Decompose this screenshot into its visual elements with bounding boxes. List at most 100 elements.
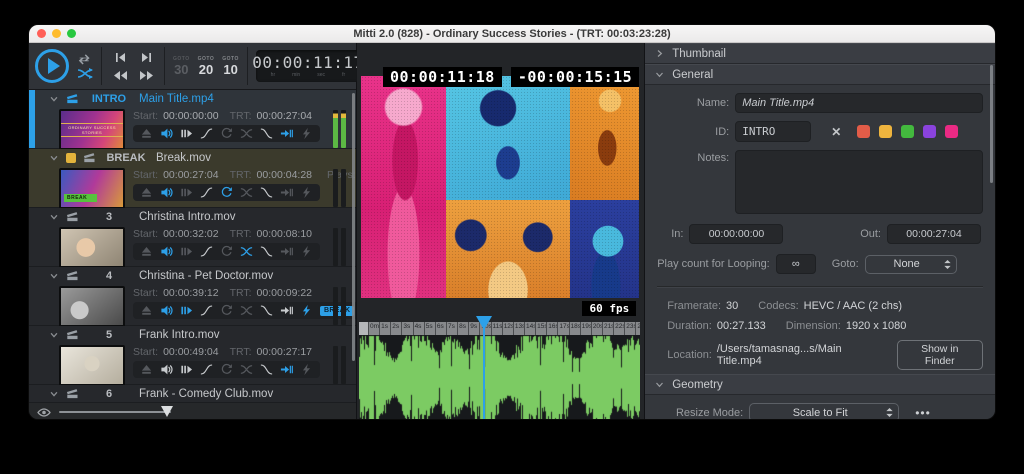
crossfade-icon[interactable] [240,363,253,376]
fade-in-icon[interactable] [200,127,213,140]
waveform-area[interactable] [359,335,640,420]
crossfade-icon[interactable] [240,304,253,317]
audio-icon[interactable] [160,186,173,199]
fade-in-icon[interactable] [200,186,213,199]
goto-30-button[interactable]: GOTO30 [173,57,190,76]
notes-field[interactable] [735,150,983,214]
loop-icon[interactable] [220,127,233,140]
eject-icon[interactable] [140,186,153,199]
audio-icon[interactable] [160,363,173,376]
fade-out-icon[interactable] [260,127,273,140]
fade-in-icon[interactable] [200,304,213,317]
pause-after-cue-icon[interactable] [180,363,193,376]
play-button[interactable] [35,49,69,83]
fade-out-icon[interactable] [260,363,273,376]
pause-after-cue-icon[interactable] [180,127,193,140]
section-general[interactable]: General [645,64,995,85]
goto-next-and-pause-icon[interactable] [280,127,293,140]
playhead[interactable] [483,321,485,420]
eye-icon[interactable] [37,407,51,418]
playhead-triangle-icon[interactable] [476,316,492,330]
cue-row[interactable]: 4 Christina - Pet Doctor.mov Start:00:00… [29,267,356,326]
chevron-down-icon[interactable] [49,153,59,163]
loop-icon[interactable] [220,363,233,376]
next-cue-button[interactable] [136,67,156,83]
shuffle-icon[interactable] [77,68,93,79]
eject-icon[interactable] [140,245,153,258]
cue-row[interactable]: 3 Christina Intro.mov Start:00:00:32:02 … [29,208,356,267]
goto-next-and-pause-icon[interactable] [280,363,293,376]
skip-to-start-button[interactable] [110,49,130,65]
crossfade-icon[interactable] [240,245,253,258]
zoom-window-button[interactable] [67,29,76,38]
more-options-button[interactable]: ••• [915,406,931,420]
loop-icon[interactable] [220,245,233,258]
goto-next-and-pause-icon[interactable] [280,186,293,199]
eject-icon[interactable] [140,363,153,376]
eject-icon[interactable] [140,304,153,317]
row-size-slider[interactable] [59,407,171,417]
goto-next-and-pause-icon[interactable] [280,245,293,258]
audio-waveform[interactable] [359,335,640,420]
show-in-finder-button[interactable]: Show in Finder [897,340,984,370]
clear-color-tag-icon[interactable]: ✕ [831,125,841,139]
cue-row[interactable]: 5 Frank Intro.mov Start:00:00:49:04 TRT:… [29,326,356,385]
pause-after-cue-icon[interactable] [180,304,193,317]
cue-list-scrollbar[interactable] [352,93,355,361]
cue-row[interactable]: 6 Frank - Comedy Club.mov [29,385,356,402]
loop-count-field[interactable] [776,254,816,274]
section-thumbnail[interactable]: Thumbnail [645,43,995,64]
skip-to-end-button[interactable] [136,49,156,65]
eject-icon[interactable] [140,127,153,140]
name-field[interactable] [735,93,983,113]
fade-in-icon[interactable] [200,363,213,376]
chevron-down-icon[interactable] [49,271,59,281]
action-icon[interactable] [300,186,313,199]
inspector-scrollbar[interactable] [990,65,993,183]
audio-timeline[interactable]: 0m1s2s3s4s5s6s7s8s9s10s11s12s13s14s15s16… [359,322,640,420]
color-tag-swatch[interactable] [923,125,936,138]
action-icon[interactable] [300,245,313,258]
chevron-down-icon[interactable] [49,94,59,104]
color-tag-swatch[interactable] [945,125,958,138]
crossfade-icon[interactable] [240,127,253,140]
goto-10-button[interactable]: GOTO10 [222,57,239,76]
crossfade-icon[interactable] [240,186,253,199]
pause-after-cue-icon[interactable] [180,186,193,199]
loop-icon[interactable] [220,304,233,317]
audio-icon[interactable] [160,304,173,317]
timeline-ruler[interactable]: 0m1s2s3s4s5s6s7s8s9s10s11s12s13s14s15s16… [359,322,640,335]
close-window-button[interactable] [37,29,46,38]
pause-after-cue-icon[interactable] [180,245,193,258]
resize-mode-dropdown[interactable]: Scale to Fit [749,403,899,420]
audio-icon[interactable] [160,245,173,258]
action-icon[interactable] [300,127,313,140]
goto-dropdown[interactable]: None [865,255,957,274]
goto-20-button[interactable]: GOTO20 [198,57,215,76]
section-geometry[interactable]: Geometry [645,374,995,395]
loop-icon[interactable] [220,186,233,199]
chevron-down-icon[interactable] [49,389,59,399]
fade-out-icon[interactable] [260,186,273,199]
fade-out-icon[interactable] [260,245,273,258]
cue-row[interactable]: INTRO Main Title.mp4 ORDINARY SUCCESS ST… [29,90,356,149]
minimize-window-button[interactable] [52,29,61,38]
action-icon[interactable] [300,304,313,317]
repeat-icon[interactable] [77,54,93,66]
slider-handle[interactable] [161,406,173,417]
chevron-down-icon[interactable] [49,212,59,222]
previous-cue-button[interactable] [110,67,130,83]
audio-icon[interactable] [160,127,173,140]
titlebar[interactable]: Mitti 2.0 (828) - Ordinary Success Stori… [29,25,995,43]
fade-in-icon[interactable] [200,245,213,258]
color-tag-swatch[interactable] [857,125,870,138]
ruler-handle[interactable] [359,322,368,335]
out-field[interactable] [887,224,981,244]
color-tag-swatch[interactable] [901,125,914,138]
goto-next-and-pause-icon[interactable] [280,304,293,317]
id-field[interactable] [735,121,811,142]
chevron-down-icon[interactable] [49,330,59,340]
color-tag-swatch[interactable] [879,125,892,138]
action-icon[interactable] [300,363,313,376]
in-field[interactable] [689,224,783,244]
